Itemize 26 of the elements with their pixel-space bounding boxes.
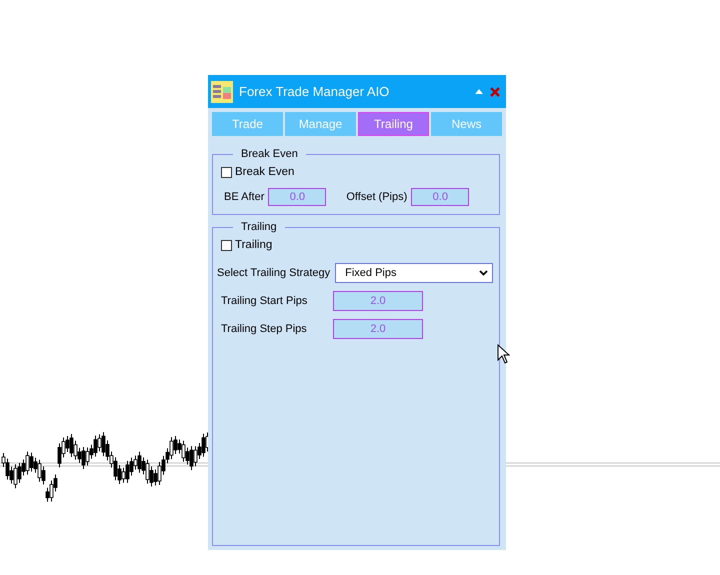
tab[interactable]: Trade (212, 112, 283, 136)
mouse-cursor-icon (497, 344, 510, 364)
chevron-down-icon (479, 270, 488, 276)
tab[interactable]: News (431, 112, 502, 136)
strategy-dropdown[interactable]: Fixed Pips (335, 263, 493, 283)
window-title: Forex Trade Manager AIO (239, 84, 390, 99)
checkbox-label: Trailing (235, 239, 272, 251)
collapse-icon[interactable] (474, 86, 484, 96)
tab[interactable]: Manage (285, 112, 356, 136)
input-field[interactable]: 0.0 (268, 188, 326, 206)
checkbox-label: Break Even (235, 166, 294, 178)
field-label: BE After (224, 191, 264, 203)
group-title: Break Even (240, 148, 299, 160)
close-icon[interactable] (490, 86, 500, 96)
checkbox[interactable] (221, 240, 232, 250)
input-field[interactable]: 0.0 (411, 188, 470, 206)
tab[interactable]: Trailing (358, 112, 429, 136)
field-label: Trailing Start Pips (221, 295, 308, 307)
field-label: Offset (Pips) (346, 191, 408, 203)
field-label: Trailing Step Pips (221, 323, 308, 335)
group-title: Trailing (240, 221, 278, 233)
input-field[interactable]: 2.0 (333, 319, 423, 339)
field-label: Select Trailing Strategy (217, 267, 330, 279)
input-field[interactable]: 2.0 (333, 291, 423, 311)
checkbox[interactable] (221, 166, 232, 178)
app-logo-icon (211, 80, 233, 102)
